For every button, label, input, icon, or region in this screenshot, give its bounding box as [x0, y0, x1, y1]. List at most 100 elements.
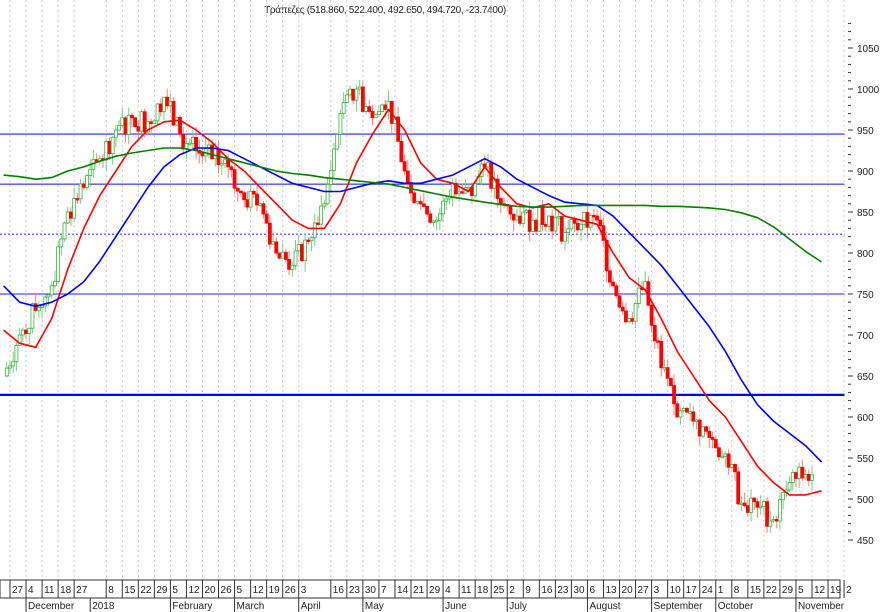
candle-body: [344, 94, 349, 103]
candle-body: [181, 133, 186, 150]
candle-body: [277, 252, 282, 259]
candle-down: [245, 191, 250, 211]
candle-down: [800, 460, 805, 481]
candle-up: [463, 179, 468, 194]
candle-down: [585, 202, 590, 239]
candle-up: [531, 212, 535, 232]
candle-body: [649, 304, 654, 326]
candle-up: [322, 199, 327, 210]
candle-up: [309, 235, 314, 252]
candle-body: [659, 341, 664, 369]
x-tick-label: 30: [365, 585, 377, 596]
candle-body: [402, 161, 407, 172]
candle-body: [155, 103, 160, 122]
candle-down: [300, 242, 304, 263]
x-tick-label: 27: [76, 585, 88, 596]
candle-body: [133, 117, 138, 128]
x-tick-label: 27: [638, 585, 650, 596]
candle-up: [758, 495, 763, 515]
candle-up: [219, 158, 224, 175]
candle-body: [56, 246, 61, 282]
candle-down: [239, 190, 243, 198]
candle-body: [59, 238, 64, 248]
x-tick-label: 18: [477, 585, 489, 596]
candle-down: [614, 282, 619, 299]
candle-body: [749, 497, 753, 513]
candle-up: [633, 302, 638, 329]
candle-down: [421, 192, 426, 208]
candle-up: [110, 136, 115, 165]
candle-up: [11, 351, 16, 373]
candle-body: [694, 419, 699, 422]
candle-down: [675, 400, 680, 418]
candle-body: [742, 502, 747, 507]
y-tick-label: 550: [857, 454, 874, 465]
candle-body: [380, 104, 385, 112]
candle-body: [704, 426, 709, 432]
candle-down: [351, 88, 356, 105]
candle-body: [325, 183, 330, 205]
candle-body: [498, 198, 503, 205]
candle-up: [332, 142, 336, 178]
candle-body: [421, 203, 426, 207]
candle-body: [162, 96, 166, 113]
x-tick-label: 11: [461, 585, 472, 596]
x-month-label: July: [509, 601, 527, 612]
x-tick-label: 10: [670, 585, 682, 596]
candle-up: [117, 120, 121, 132]
candle-up: [778, 490, 782, 530]
candle-down: [425, 205, 429, 216]
candle-down: [508, 204, 513, 221]
x-tick-label: 16: [541, 585, 553, 596]
candle-up: [338, 109, 343, 146]
candle-body: [165, 96, 170, 107]
candle-body: [575, 222, 580, 231]
candle-down: [652, 316, 657, 350]
candle-body: [547, 215, 551, 227]
candle-body: [431, 220, 436, 224]
candle-up: [8, 360, 12, 374]
candle-body: [745, 505, 750, 513]
candle-body: [624, 310, 628, 323]
candle-body: [213, 148, 218, 160]
candle-up: [59, 234, 64, 256]
candle-up: [681, 407, 686, 414]
y-tick-label: 500: [857, 495, 874, 506]
candle-body: [75, 198, 80, 201]
candle-down: [607, 265, 612, 288]
candle-down: [94, 153, 99, 162]
candle-down: [389, 100, 394, 134]
candle-body: [585, 212, 590, 228]
candle-up: [203, 137, 208, 163]
x-month-label: October: [718, 601, 754, 612]
candle-body: [514, 215, 519, 221]
candle-body: [803, 473, 808, 479]
candle-down: [149, 118, 154, 133]
candle-body: [794, 472, 798, 479]
candle-body: [322, 203, 327, 207]
candle-body: [267, 222, 272, 245]
candle-body: [508, 205, 513, 215]
candle-body: [8, 365, 12, 369]
candle-body: [300, 244, 304, 262]
candle-body: [36, 307, 41, 311]
candle-down: [428, 210, 433, 224]
candle-down: [242, 190, 247, 208]
candle-down: [575, 218, 580, 233]
candle-body: [591, 215, 596, 218]
candle-up: [784, 480, 789, 498]
candle-up: [810, 466, 814, 492]
candle-up: [85, 174, 89, 191]
candle-body: [675, 403, 680, 418]
candle-down: [277, 252, 282, 260]
candle-up: [280, 242, 285, 259]
candle-down: [130, 112, 134, 128]
candle-body: [303, 239, 308, 262]
x-month-label: November: [798, 601, 845, 612]
price-chart: 4505005506006507007508008509009501000105…: [0, 0, 880, 612]
candle-body: [219, 163, 224, 166]
x-tick-label: 8: [108, 585, 114, 596]
x-tick-label: 13: [605, 585, 617, 596]
candle-up: [739, 496, 744, 512]
candle-body: [563, 232, 567, 242]
